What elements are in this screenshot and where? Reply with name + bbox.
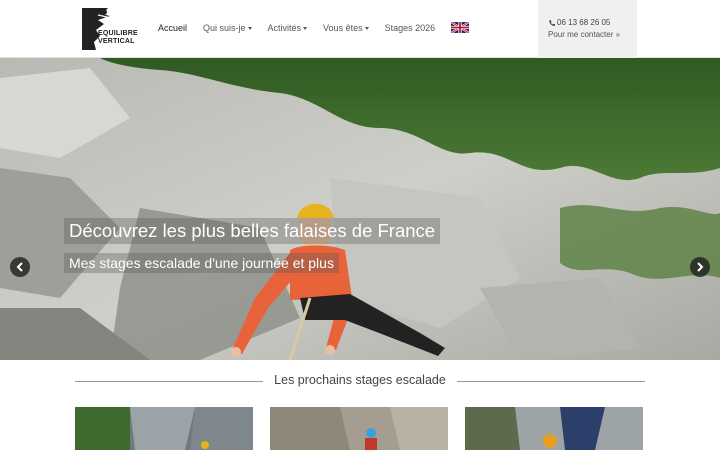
uk-flag-icon[interactable]	[451, 22, 470, 33]
stage-card[interactable]	[75, 407, 253, 450]
stage-card[interactable]	[270, 407, 448, 450]
carousel-next-button[interactable]	[690, 257, 710, 277]
hero-image	[0, 58, 720, 360]
phone-number: 06 13 68 26 05	[557, 18, 611, 27]
nav-label: Accueil	[158, 22, 188, 33]
brand-name[interactable]: EQUILIBRE VERTICAL	[98, 30, 138, 46]
nav-label: Vous êtes	[323, 22, 363, 33]
chevron-right-icon	[697, 262, 704, 272]
caret-down-icon	[247, 26, 252, 30]
stage-card-image	[465, 407, 643, 450]
nav-label: Qui suis-je	[203, 22, 246, 33]
caret-down-icon	[364, 26, 369, 30]
brand-line2: VERTICAL	[98, 38, 135, 45]
phone-icon	[549, 19, 555, 26]
contact-box[interactable]: 06 13 68 26 05 Pour me contacter »	[538, 0, 637, 58]
nav-label: Stages 2026	[384, 22, 436, 33]
site-header: EQUILIBRE VERTICAL Accueil Qui suis-je A…	[0, 0, 720, 58]
section-title: Les prochains stages escalade	[274, 373, 446, 387]
nav-item-vous-etes[interactable]: Vous êtes	[323, 23, 369, 33]
carousel-prev-button[interactable]	[10, 257, 30, 277]
divider-right	[457, 381, 645, 382]
stage-card-image	[75, 407, 253, 450]
stages-cards	[0, 407, 720, 450]
brand-line1: EQUILIBRE	[98, 30, 138, 37]
main-nav: Accueil Qui suis-je Activités Vous êtes …	[158, 22, 470, 33]
hero-carousel: Découvrez les plus belles falaises de Fr…	[0, 58, 720, 360]
stage-card-image	[270, 407, 448, 450]
nav-item-accueil[interactable]: Accueil	[158, 23, 187, 33]
section-heading: Les prochains stages escalade	[0, 372, 720, 390]
hero-subtitle: Mes stages escalade d'une journée et plu…	[64, 253, 339, 273]
stage-card[interactable]	[465, 407, 643, 450]
contact-phone[interactable]: 06 13 68 26 05	[548, 18, 637, 27]
nav-item-qui-suis-je[interactable]: Qui suis-je	[203, 23, 252, 33]
nav-item-activites[interactable]: Activités	[268, 23, 308, 33]
nav-item-stages-2026[interactable]: Stages 2026	[385, 23, 436, 33]
caret-down-icon	[303, 26, 308, 30]
chevron-left-icon	[16, 262, 23, 272]
contact-link[interactable]: Pour me contacter »	[548, 30, 637, 39]
nav-label: Activités	[267, 22, 302, 33]
hero-title: Découvrez les plus belles falaises de Fr…	[64, 218, 441, 244]
